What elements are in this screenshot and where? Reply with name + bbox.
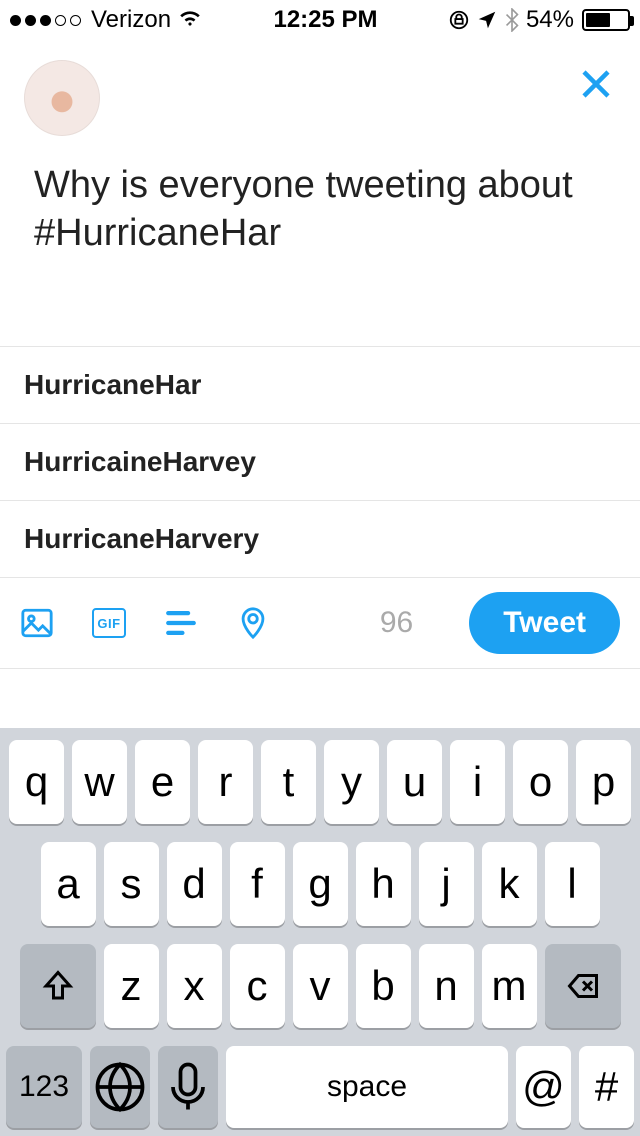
key-i[interactable]: i [450, 740, 505, 824]
key-c[interactable]: c [230, 944, 285, 1028]
shift-key[interactable] [20, 944, 96, 1028]
status-left: Verizon [10, 6, 203, 34]
key-k[interactable]: k [482, 842, 537, 926]
signal-dots-icon [10, 15, 81, 26]
keyboard-row-3: z x c v b n m [6, 944, 634, 1028]
suggestion-item[interactable]: HurricaineHarvey [0, 424, 640, 501]
at-key[interactable]: @ [516, 1046, 571, 1128]
key-t[interactable]: t [261, 740, 316, 824]
key-r[interactable]: r [198, 740, 253, 824]
status-time: 12:25 PM [203, 6, 448, 34]
orientation-lock-icon [448, 9, 470, 31]
keyboard: q w e r t y u i o p a s d f g h j k l z … [0, 728, 640, 1136]
wifi-icon [177, 6, 203, 34]
key-y[interactable]: y [324, 740, 379, 824]
bluetooth-icon [504, 8, 520, 32]
close-button[interactable] [578, 66, 614, 107]
battery-icon [582, 9, 630, 31]
key-h[interactable]: h [356, 842, 411, 926]
key-o[interactable]: o [513, 740, 568, 824]
key-n[interactable]: n [419, 944, 474, 1028]
photo-icon[interactable] [20, 606, 54, 640]
key-u[interactable]: u [387, 740, 442, 824]
numbers-key[interactable]: 123 [6, 1046, 82, 1128]
location-icon[interactable] [236, 606, 270, 640]
compose-header [0, 40, 640, 146]
status-right: 54% [448, 6, 630, 34]
location-arrow-icon [476, 9, 498, 31]
mic-key[interactable] [158, 1046, 218, 1128]
key-f[interactable]: f [230, 842, 285, 926]
key-q[interactable]: q [9, 740, 64, 824]
suggestion-item[interactable]: HurricaneHarvery [0, 501, 640, 578]
key-b[interactable]: b [356, 944, 411, 1028]
key-w[interactable]: w [72, 740, 127, 824]
poll-icon[interactable] [164, 606, 198, 640]
status-bar: Verizon 12:25 PM 54% [0, 0, 640, 40]
key-l[interactable]: l [545, 842, 600, 926]
key-g[interactable]: g [293, 842, 348, 926]
backspace-key[interactable] [545, 944, 621, 1028]
globe-key[interactable] [90, 1046, 150, 1128]
keyboard-row-2: a s d f g h j k l [6, 842, 634, 926]
keyboard-row-1: q w e r t y u i o p [6, 740, 634, 824]
suggestion-item[interactable]: HurricaneHar [0, 347, 640, 424]
hash-key[interactable]: # [579, 1046, 634, 1128]
key-p[interactable]: p [576, 740, 631, 824]
tweet-button[interactable]: Tweet [469, 592, 620, 654]
avatar[interactable] [24, 60, 100, 136]
compose-textarea[interactable]: Why is everyone tweeting about #Hurrican… [0, 146, 640, 346]
key-a[interactable]: a [41, 842, 96, 926]
key-j[interactable]: j [419, 842, 474, 926]
key-e[interactable]: e [135, 740, 190, 824]
key-s[interactable]: s [104, 842, 159, 926]
compose-toolbar: GIF 96 Tweet [0, 578, 640, 669]
key-z[interactable]: z [104, 944, 159, 1028]
character-count: 96 [380, 606, 413, 640]
key-x[interactable]: x [167, 944, 222, 1028]
carrier-label: Verizon [91, 6, 171, 34]
key-m[interactable]: m [482, 944, 537, 1028]
space-key[interactable]: space [226, 1046, 508, 1128]
gif-icon[interactable]: GIF [92, 608, 126, 638]
key-v[interactable]: v [293, 944, 348, 1028]
keyboard-row-4: 123 space @ # [6, 1046, 634, 1128]
key-d[interactable]: d [167, 842, 222, 926]
battery-percent: 54% [526, 6, 574, 34]
hashtag-suggestions: HurricaneHar HurricaineHarvey HurricaneH… [0, 346, 640, 578]
